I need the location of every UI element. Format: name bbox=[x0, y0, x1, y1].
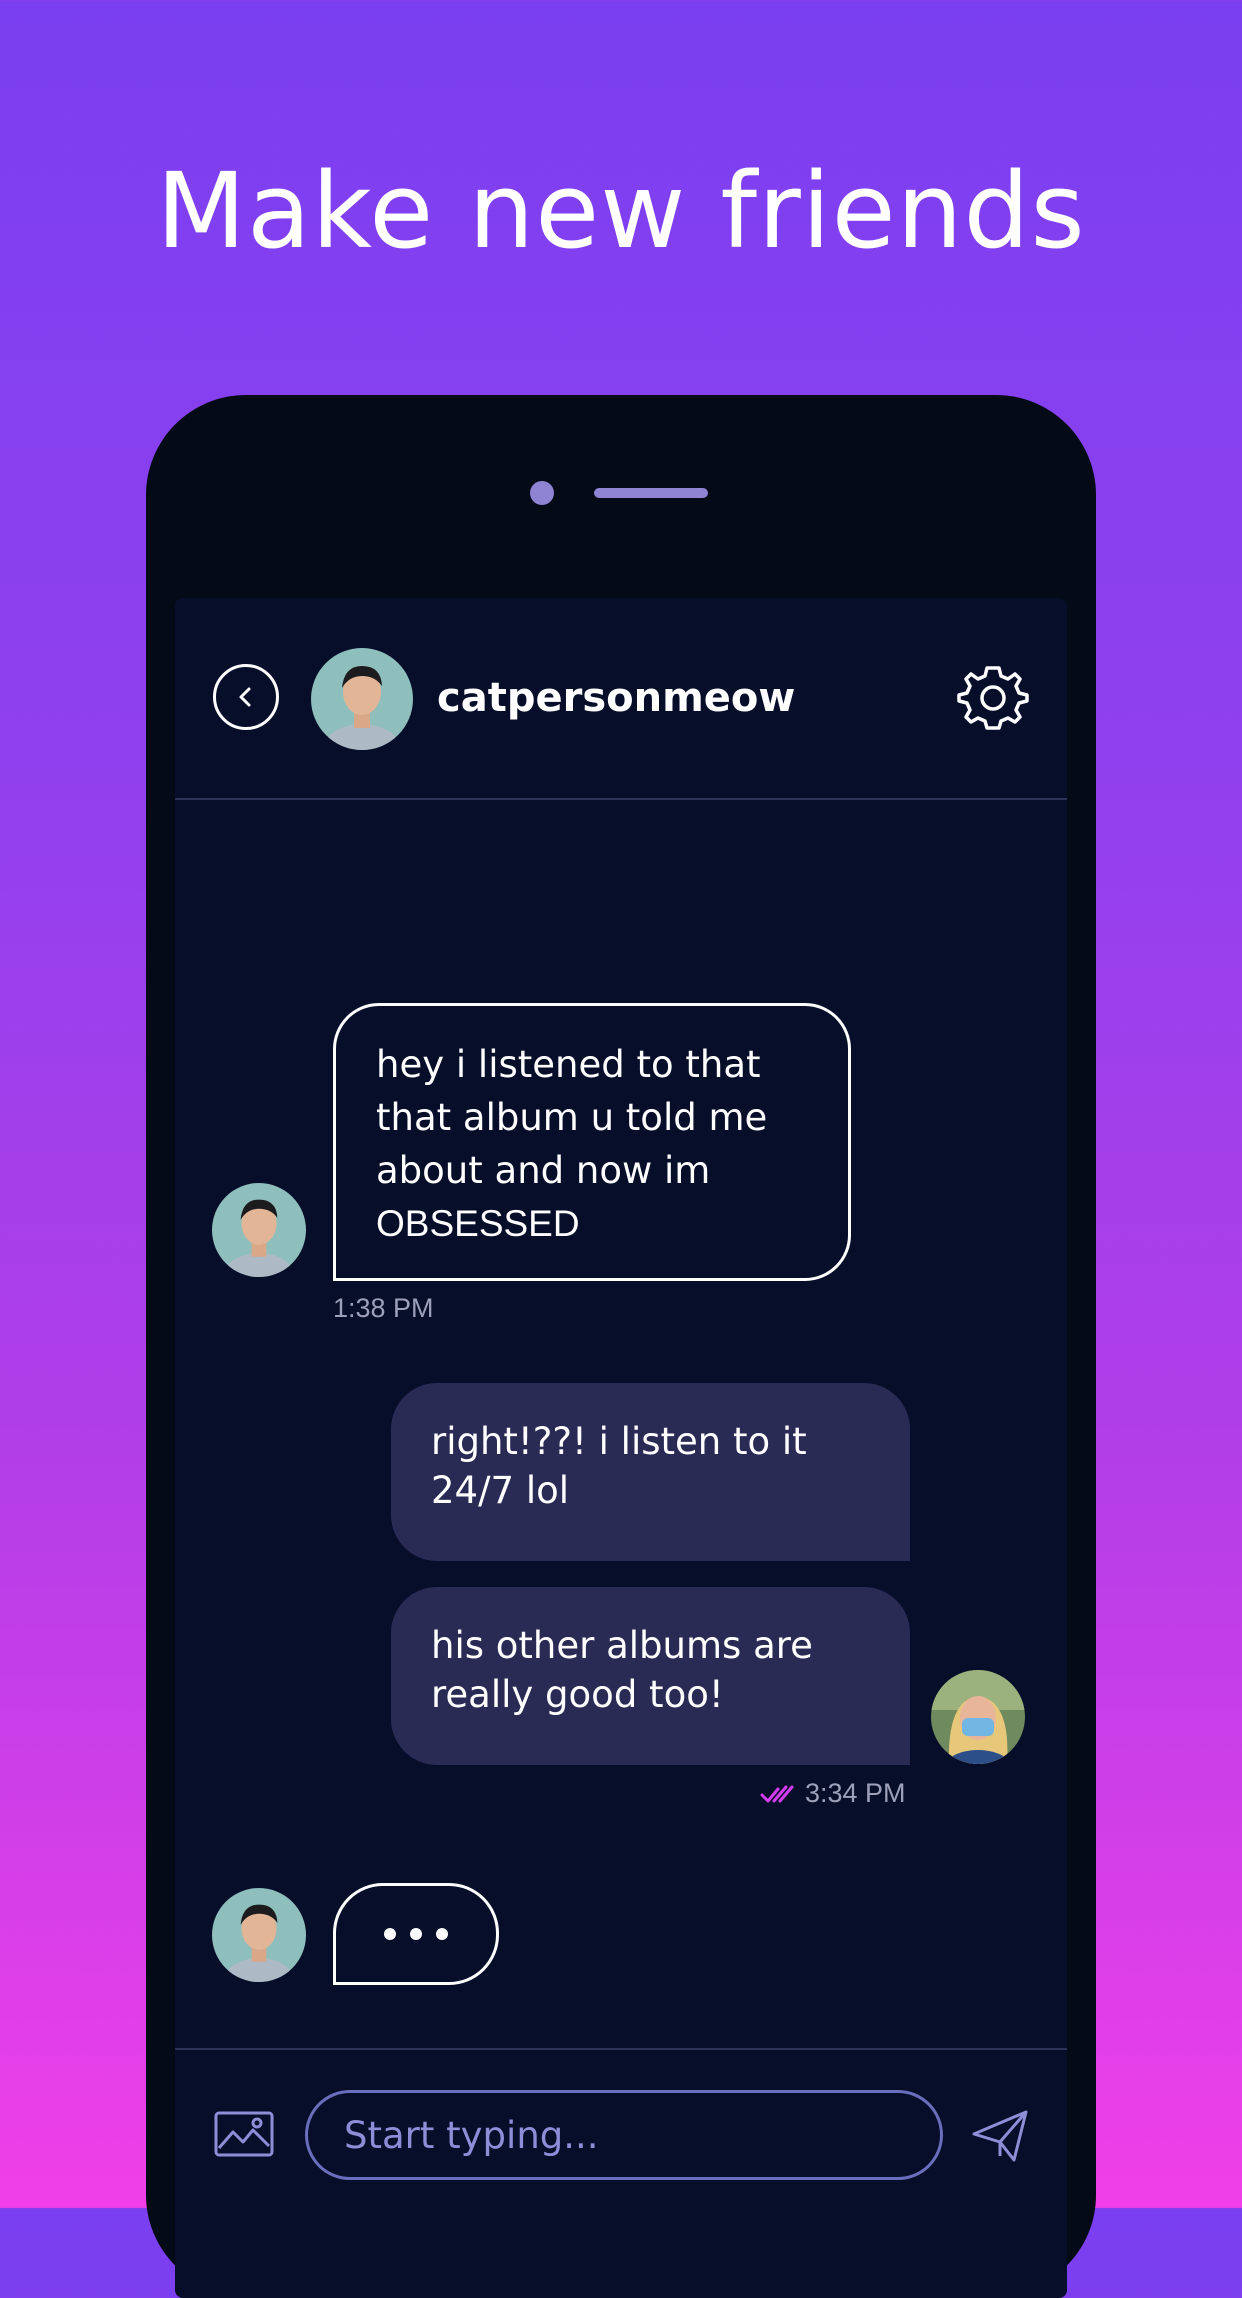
settings-button[interactable] bbox=[955, 660, 1031, 736]
avatar[interactable] bbox=[212, 1888, 306, 1982]
message-line: really good too! bbox=[431, 1673, 724, 1716]
message-input[interactable] bbox=[305, 2090, 943, 2180]
avatar[interactable] bbox=[931, 1670, 1025, 1764]
message-timestamp: 3:34 PM bbox=[805, 1778, 906, 1808]
chat-username[interactable]: catpersonmeow bbox=[437, 670, 795, 726]
attach-image-button[interactable] bbox=[213, 2110, 275, 2160]
headline: Make new friends bbox=[156, 150, 1086, 272]
typing-dot bbox=[384, 1928, 396, 1940]
chat-header: catpersonmeow bbox=[175, 598, 1067, 800]
typing-dot bbox=[436, 1928, 448, 1940]
chevron-left-icon bbox=[239, 687, 251, 707]
send-icon bbox=[972, 2110, 1028, 2162]
message-line: OBSESSED bbox=[376, 1203, 580, 1244]
chat-screen: catpersonmeow hey i listened to that tha… bbox=[175, 598, 1067, 2298]
image-icon bbox=[214, 2111, 274, 2157]
message-line: that album u told me bbox=[376, 1096, 768, 1139]
read-receipt bbox=[760, 1783, 796, 1809]
message-bubble-incoming[interactable]: hey i listened to that that album u told… bbox=[333, 1003, 851, 1281]
double-check-icon bbox=[760, 1785, 794, 1803]
message-line: his other albums are bbox=[431, 1624, 813, 1667]
send-button[interactable] bbox=[970, 2108, 1030, 2164]
typing-dot bbox=[410, 1928, 422, 1940]
back-button[interactable] bbox=[213, 664, 279, 730]
camera-dot bbox=[530, 481, 554, 505]
avatar[interactable] bbox=[311, 648, 413, 750]
message-timestamp: 1:38 PM bbox=[333, 1293, 434, 1323]
message-bubble-outgoing[interactable]: his other albums are really good too! bbox=[391, 1587, 910, 1765]
typing-indicator bbox=[333, 1883, 499, 1985]
message-line: 24/7 lol bbox=[431, 1469, 570, 1512]
message-line: about and now im bbox=[376, 1149, 711, 1192]
message-bubble-outgoing[interactable]: right!??! i listen to it 24/7 lol bbox=[391, 1383, 910, 1561]
message-line: right!??! i listen to it bbox=[431, 1420, 807, 1463]
speaker-grille bbox=[594, 488, 708, 498]
gear-icon bbox=[957, 666, 1029, 730]
message-composer bbox=[175, 2048, 1067, 2298]
message-line: hey i listened to that bbox=[376, 1043, 761, 1086]
avatar[interactable] bbox=[212, 1183, 306, 1277]
phone-frame: catpersonmeow hey i listened to that tha… bbox=[146, 395, 1096, 2298]
